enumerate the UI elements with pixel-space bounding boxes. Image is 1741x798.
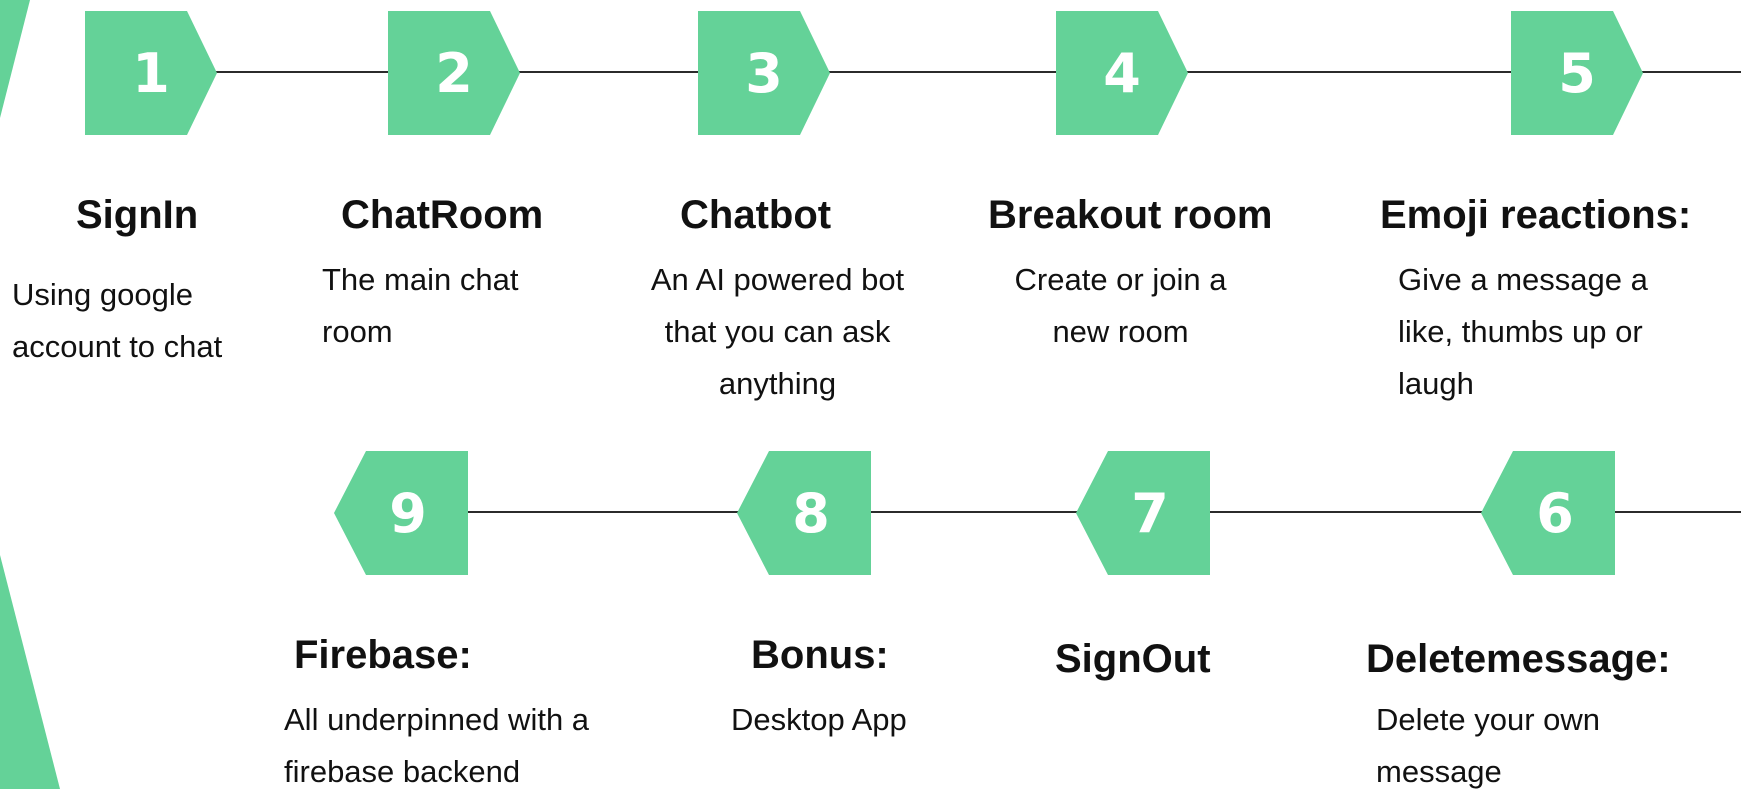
step-number: 8 [792, 481, 830, 545]
step-title-8: Bonus: [751, 633, 889, 677]
step-number: 9 [389, 481, 427, 545]
step-badge-5: 5 [1511, 11, 1643, 135]
decorative-stripe-top [0, 0, 30, 118]
step-badge-6: 6 [1481, 451, 1615, 575]
step-title-1: SignIn [76, 193, 199, 237]
step-description-3: An AI powered bot that you can ask anyth… [650, 262, 905, 401]
step-badge-9: 9 [334, 451, 468, 575]
step-number: 6 [1536, 481, 1574, 545]
step-title-7: SignOut [1055, 637, 1211, 681]
step-title-2: ChatRoom [341, 193, 544, 237]
step-badge-4: 4 [1056, 11, 1188, 135]
step-description-2: The main chat room [322, 262, 519, 349]
step-description-9: All underpinned with a firebase backend [284, 702, 590, 789]
step-number: 3 [745, 41, 783, 105]
step-description-6: Delete your own message [1376, 702, 1601, 789]
step-title-3: Chatbot [680, 193, 832, 237]
step-badge-8: 8 [737, 451, 871, 575]
decorative-stripe-bottom [0, 555, 60, 789]
step-badge-7: 7 [1076, 451, 1210, 575]
step-description-1: Using google account to chat [12, 277, 223, 364]
step-number: 2 [435, 41, 473, 105]
step-number: 1 [132, 41, 170, 105]
step-badge-1: 1 [85, 11, 217, 135]
step-number: 4 [1103, 41, 1141, 105]
step-number: 7 [1131, 481, 1169, 545]
step-title-6: Deletemessage: [1366, 637, 1671, 681]
step-title-5: Emoji reactions: [1380, 193, 1692, 237]
step-description-5: Give a message a like, thumbs up or laug… [1398, 262, 1648, 401]
step-badge-2: 2 [388, 11, 520, 135]
step-title-9: Firebase: [294, 633, 472, 677]
step-number: 5 [1558, 41, 1596, 105]
step-description-8: Desktop App [731, 702, 907, 737]
step-badge-3: 3 [698, 11, 830, 135]
step-title-4: Breakout room [988, 193, 1273, 237]
step-description-4: Create or join a new room [1014, 262, 1227, 349]
